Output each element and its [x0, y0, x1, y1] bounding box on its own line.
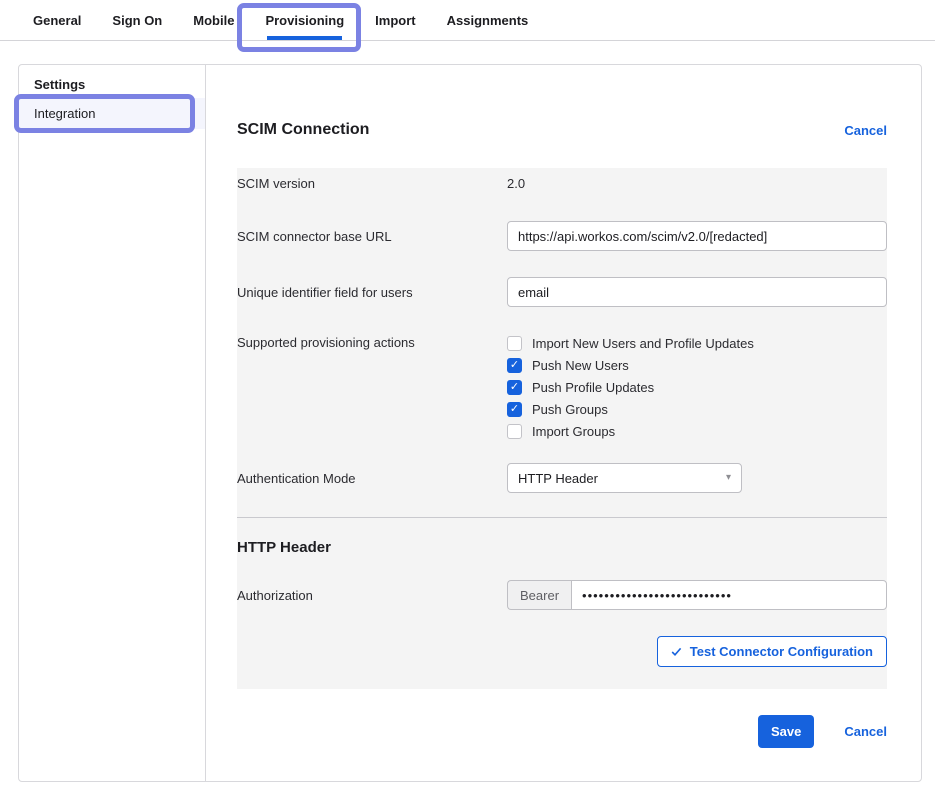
checkbox-import-groups[interactable] — [507, 424, 522, 439]
app-tab-bar: General Sign On Mobile Provisioning Impo… — [0, 0, 935, 41]
test-connector-row: Test Connector Configuration — [237, 610, 887, 689]
base-url-row: SCIM connector base URL — [237, 221, 887, 251]
bearer-prefix: Bearer — [507, 580, 571, 610]
sidebar-title: Settings — [19, 69, 205, 98]
scim-version-label: SCIM version — [237, 176, 507, 191]
checkbox-row-push-groups: ✓ Push Groups — [507, 399, 887, 420]
checkbox-row-import-groups: Import Groups — [507, 421, 887, 442]
auth-mode-label: Authentication Mode — [237, 463, 507, 493]
checkbox-import-groups-label: Import Groups — [532, 424, 615, 439]
provisioning-actions-label: Supported provisioning actions — [237, 333, 507, 443]
unique-id-row: Unique identifier field for users — [237, 277, 887, 307]
cancel-link-top[interactable]: Cancel — [844, 123, 887, 138]
authorization-token-input[interactable] — [571, 580, 887, 610]
test-connector-button[interactable]: Test Connector Configuration — [657, 636, 887, 667]
scim-version-value: 2.0 — [507, 176, 887, 191]
base-url-label: SCIM connector base URL — [237, 221, 507, 251]
checkbox-push-new-users[interactable]: ✓ — [507, 358, 522, 373]
unique-id-label: Unique identifier field for users — [237, 277, 507, 307]
auth-mode-row: Authentication Mode HTTP Header ▾ — [237, 463, 887, 493]
cancel-link-bottom[interactable]: Cancel — [844, 724, 887, 739]
page-title: SCIM Connection — [237, 121, 369, 139]
authorization-input-group: Bearer — [507, 580, 887, 610]
auth-mode-selected-value: HTTP Header — [518, 471, 598, 486]
content-header: SCIM Connection Cancel — [237, 121, 887, 139]
scim-connection-content: SCIM Connection Cancel SCIM version 2.0 … — [206, 65, 921, 781]
form-footer: Save Cancel — [237, 715, 887, 748]
scim-version-row: SCIM version 2.0 — [237, 176, 887, 191]
checkbox-push-new-users-label: Push New Users — [532, 358, 629, 373]
base-url-input[interactable] — [507, 221, 887, 251]
highlight-annotation-provisioning — [237, 3, 361, 52]
checkbox-import-users-label: Import New Users and Profile Updates — [532, 336, 754, 351]
checkbox-push-groups[interactable]: ✓ — [507, 402, 522, 417]
checkbox-row-push-new-users: ✓ Push New Users — [507, 355, 887, 376]
tab-provisioning[interactable]: Provisioning — [265, 0, 344, 40]
http-header-section-title: HTTP Header — [237, 518, 887, 556]
checkbox-row-import-users: Import New Users and Profile Updates — [507, 333, 887, 354]
scim-connection-form: SCIM version 2.0 SCIM connector base URL… — [237, 168, 887, 689]
provisioning-actions-row: Supported provisioning actions Import Ne… — [237, 333, 887, 443]
check-icon — [671, 647, 682, 657]
tab-import[interactable]: Import — [375, 0, 415, 40]
checkbox-push-profile-updates-label: Push Profile Updates — [532, 380, 654, 395]
tab-sign-on[interactable]: Sign On — [112, 0, 162, 40]
checkbox-push-profile-updates[interactable]: ✓ — [507, 380, 522, 395]
test-connector-button-label: Test Connector Configuration — [690, 644, 873, 659]
chevron-down-icon: ▾ — [726, 473, 731, 483]
checkbox-import-users[interactable] — [507, 336, 522, 351]
tab-assignments[interactable]: Assignments — [447, 0, 529, 40]
unique-id-input[interactable] — [507, 277, 887, 307]
checkbox-push-groups-label: Push Groups — [532, 402, 608, 417]
save-button[interactable]: Save — [758, 715, 814, 748]
auth-mode-select[interactable]: HTTP Header ▾ — [507, 463, 742, 493]
checkbox-row-push-profile-updates: ✓ Push Profile Updates — [507, 377, 887, 398]
settings-panel: Settings Integration SCIM Connection Can… — [18, 64, 922, 782]
authorization-label: Authorization — [237, 580, 507, 610]
settings-sidebar: Settings Integration — [19, 65, 206, 781]
sidebar-item-integration[interactable]: Integration — [19, 98, 205, 129]
sidebar-item-integration-label: Integration — [34, 106, 95, 121]
tab-mobile[interactable]: Mobile — [193, 0, 234, 40]
authorization-row: Authorization Bearer — [237, 580, 887, 610]
tab-provisioning-label: Provisioning — [265, 13, 344, 28]
tab-general[interactable]: General — [33, 0, 81, 40]
